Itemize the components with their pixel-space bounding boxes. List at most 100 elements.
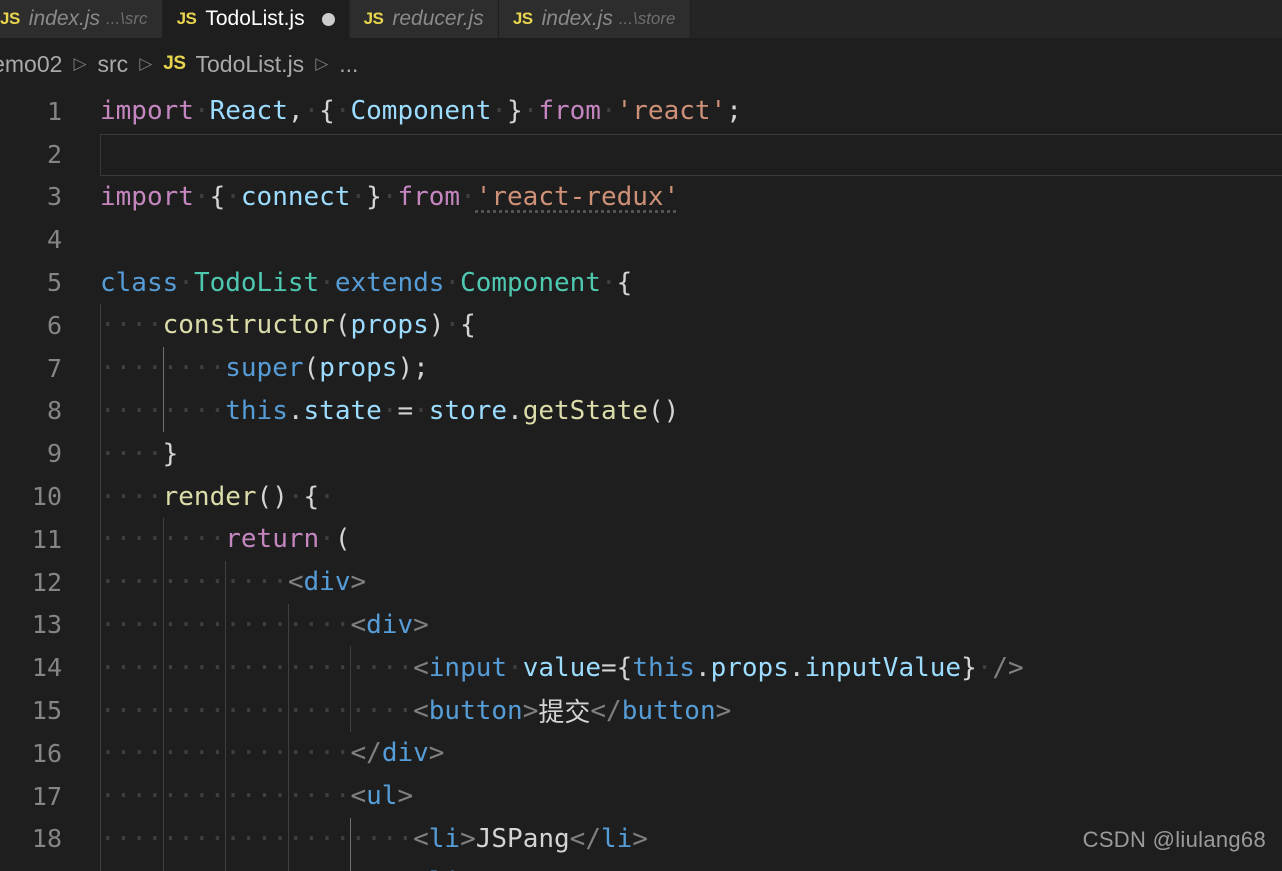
- code-token: props: [350, 310, 429, 341]
- code-token: (: [334, 310, 351, 341]
- code-text: · · · · · · · · · · · · · · · · · · · · < input · value ={this. p…: [100, 646, 1024, 689]
- code-line[interactable]: 4: [0, 218, 1282, 261]
- editor-tab-label: reducer.js: [392, 7, 484, 30]
- breadcrumb-item-lemo02[interactable]: lemo02: [0, 51, 62, 78]
- code-line[interactable]: 8 · · · · · · · · this. state · = · store. getState(): [0, 389, 1282, 433]
- code-token: ·: [366, 652, 382, 683]
- code-token: <: [413, 652, 429, 683]
- code-line[interactable]: 5 class · TodoList · extends · Component ·{: [0, 261, 1282, 304]
- editor-tab-index-js-store[interactable]: JS index.js ...\store: [498, 0, 691, 38]
- code-token: }: [507, 96, 523, 127]
- code-token: ·: [350, 181, 367, 212]
- code-token: li: [600, 823, 633, 854]
- code-token: </: [350, 738, 382, 769]
- code-line[interactable]: 13 · · · · · · · · · · · · · · · · < div >: [0, 603, 1282, 647]
- code-token: ·: [194, 867, 210, 871]
- code-token: ·: [163, 867, 179, 871]
- code-line[interactable]: 1 import · React, ·{· Component ·} · from ·'react…: [0, 90, 1282, 133]
- code-token: ·: [100, 353, 116, 384]
- code-text: · · · · · · · · this. state · = · store. getState(): [100, 390, 679, 433]
- code-token: {: [460, 310, 476, 341]
- code-token: ·: [303, 609, 320, 640]
- code-token: div: [303, 567, 351, 598]
- code-token: state: [303, 395, 382, 426]
- editor-tab-label: index.js: [28, 7, 100, 30]
- code-token: ·: [444, 267, 461, 298]
- code-token: from: [538, 96, 601, 127]
- code-line[interactable]: 2: [0, 133, 1282, 176]
- code-token: import: [100, 181, 194, 212]
- code-token: extends: [334, 267, 445, 298]
- line-number: 13: [31, 610, 62, 640]
- line-number: 3: [46, 182, 62, 212]
- code-token: ·: [272, 867, 288, 871]
- code-token: ·: [131, 310, 147, 341]
- code-token: ·: [272, 567, 288, 598]
- editor-tab-todolist-js[interactable]: JS TodoList.js: [162, 0, 350, 38]
- code-token: 提交: [538, 698, 591, 729]
- code-line[interactable]: 9 · · · ·}: [0, 432, 1282, 476]
- code-token: ·: [413, 395, 429, 426]
- code-token: ·: [240, 652, 257, 683]
- line-number: 1: [46, 96, 62, 126]
- code-token: import: [100, 96, 194, 127]
- code-line[interactable]: 17 · · · · · · · · · · · · · · · · < ul >: [0, 774, 1282, 818]
- code-line[interactable]: 15 · · · · · · · · · · · · · · · · · · · · < button > 提交 </button…: [0, 689, 1282, 732]
- code-line[interactable]: 10 · · · · render() ·{·: [0, 475, 1282, 518]
- code-token: React: [209, 96, 288, 127]
- editor-tab-reducer-js[interactable]: JS reducer.js: [349, 0, 499, 38]
- code-token: <: [413, 695, 429, 726]
- code-token: ·: [193, 738, 210, 769]
- code-token: ·: [287, 738, 304, 769]
- code-line[interactable]: 6 · · · · constructor(props) ·{: [0, 303, 1282, 347]
- code-token: ·: [397, 695, 414, 726]
- line-number: 17: [31, 781, 62, 811]
- code-token: ·: [131, 567, 147, 598]
- code-token: ·: [319, 267, 335, 298]
- line-number: 4: [46, 225, 62, 255]
- code-line[interactable]: 3 import ·{· connect ·} · from ·'react-redux': [0, 176, 1282, 219]
- code-token: ·: [115, 823, 132, 854]
- code-token: ·: [257, 867, 273, 871]
- code-token: ·: [115, 652, 132, 683]
- code-token: props: [319, 353, 398, 384]
- code-line[interactable]: 14 · · · · · · · · · · · · · · · · · · · · < input · value ={this…: [0, 646, 1282, 690]
- line-number: 19: [0, 860, 62, 871]
- code-token: ·: [381, 652, 398, 683]
- code-token: ·: [225, 738, 241, 769]
- editor-tab-index-js-src[interactable]: JS index.js ...\src: [0, 0, 163, 38]
- code-line[interactable]: 19····················<li>: [0, 860, 1282, 871]
- editor-tab-bar: JS index.js ...\src JS TodoList.js JS reducer.…: [0, 0, 1282, 38]
- code-editor[interactable]: 1 import · React, ·{· Component ·} · from ·'react…: [0, 90, 1282, 871]
- code-token: ·: [287, 781, 304, 812]
- code-line[interactable]: 12 · · · · · · · · · · · · < div >: [0, 560, 1282, 604]
- breadcrumb-item-todolistjs[interactable]: TodoList.js: [196, 51, 305, 78]
- code-token: >: [397, 781, 414, 812]
- code-token: ·: [193, 395, 210, 426]
- code-text: · · · · · · · · super(props);: [100, 347, 429, 390]
- code-token: ·: [146, 353, 163, 384]
- code-token: .: [788, 652, 805, 683]
- code-token: ·: [287, 481, 304, 512]
- breadcrumb-item-[interactable]: ...: [339, 51, 358, 78]
- code-text: · · · · · · · · · · · · · · · · · · · · < button > 提交 </button >: [100, 689, 731, 732]
- code-token: ·: [178, 738, 194, 769]
- line-number: 9: [46, 439, 62, 469]
- code-token: ·: [146, 781, 163, 812]
- code-line[interactable]: 16 · · · · · · · · · · · · · · · · </div >: [0, 731, 1282, 775]
- code-token: ·: [100, 395, 116, 426]
- code-token: {: [209, 181, 226, 212]
- code-token: ·: [131, 867, 147, 871]
- breadcrumb-item-src[interactable]: src: [98, 51, 129, 78]
- code-line[interactable]: 7 · · · · · · · · super(props);: [0, 346, 1282, 390]
- code-token: ·: [146, 823, 163, 854]
- code-token: >: [428, 738, 445, 769]
- unsaved-changes-dot-icon[interactable]: [321, 12, 335, 26]
- code-token: ·: [366, 695, 382, 726]
- code-token: ·: [334, 652, 351, 683]
- code-token: ·: [225, 609, 241, 640]
- code-token: ·: [319, 609, 335, 640]
- code-text: · · · · · · · · return ·(: [100, 518, 350, 561]
- code-token: ·: [304, 867, 320, 871]
- code-line[interactable]: 11 · · · · · · · · return ·(: [0, 517, 1282, 561]
